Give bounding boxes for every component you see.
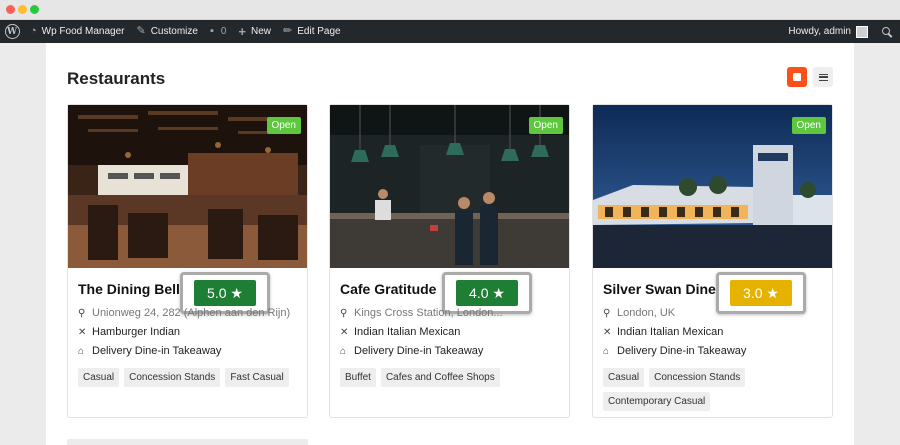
services-text: Delivery Dine-in Takeaway — [617, 345, 747, 357]
category-tags: Casual Concession Stands Contemporary Ca… — [603, 368, 828, 411]
wordpress-logo-menu[interactable]: W — [0, 20, 24, 43]
customize-label: Customize — [150, 26, 198, 37]
category-tag[interactable]: Casual — [603, 368, 645, 387]
category-tag[interactable]: Contemporary Casual — [603, 392, 711, 411]
restaurant-listing-page: Restaurants Open The Dining Bell 5.0 ★ ⚲… — [46, 43, 854, 445]
window-titlebar — [0, 0, 900, 20]
restaurant-address: ⚲ Unionweg 24, 282 (Alphen aan den Rijn) — [78, 307, 298, 319]
cuisine-text: Hamburger Indian — [92, 326, 181, 338]
utensils-icon: ✕ — [78, 326, 87, 338]
category-tag[interactable]: Cafes and Coffee Shops — [380, 368, 500, 387]
admin-bar: W ◔ Wp Food Manager ✎ Customize ▪ 0 + Ne… — [0, 20, 900, 43]
category-tags: Casual Concession Stands Fast Casual — [78, 368, 303, 387]
next-restaurant-card-edge — [67, 439, 308, 445]
howdy-label: Howdy, admin — [788, 26, 851, 37]
dashboard-icon: ◔ — [30, 25, 37, 37]
customize-link[interactable]: ✎ Customize — [130, 20, 203, 43]
cuisine-text: Indian Italian Mexican — [617, 326, 724, 338]
category-tag[interactable]: Fast Casual — [225, 368, 289, 387]
plus-icon: + — [238, 24, 247, 39]
food-cover-icon: ⌂ — [603, 345, 610, 357]
location-pin-icon: ⚲ — [603, 307, 611, 319]
restaurant-address: ⚲ London, UK — [603, 307, 823, 319]
location-pin-icon: ⚲ — [340, 307, 348, 319]
location-pin-icon: ⚲ — [78, 307, 86, 319]
account-menu[interactable]: Howdy, admin — [782, 20, 874, 43]
services-text: Delivery Dine-in Takeaway — [92, 345, 222, 357]
restaurant-photo[interactable]: Open — [330, 105, 569, 268]
category-tag[interactable]: Casual — [78, 368, 120, 387]
restaurant-name[interactable]: Silver Swan Diner — [603, 281, 721, 297]
restaurant-services: ⌂ Delivery Dine-in Takeaway — [78, 345, 221, 357]
category-tag[interactable]: Concession Stands — [649, 368, 746, 387]
edit-page-link[interactable]: ✏ Edit Page — [277, 20, 347, 43]
rating-badge: 3.0 ★ — [730, 280, 792, 306]
edit-page-label: Edit Page — [297, 26, 341, 37]
rating-badge: 4.0 ★ — [456, 280, 518, 306]
cuisine-text: Indian Italian Mexican — [354, 326, 461, 338]
list-icon — [818, 73, 828, 81]
category-tag[interactable]: Concession Stands — [124, 368, 221, 387]
open-status-badge: Open — [266, 117, 301, 134]
restaurant-cuisine: ✕ Indian Italian Mexican — [603, 326, 723, 338]
comment-icon: ▪ — [209, 25, 214, 37]
address-text: Kings Cross Station, London... — [354, 307, 503, 319]
comments-count: 0 — [220, 26, 227, 37]
open-status-badge: Open — [528, 117, 563, 134]
restaurant-services: ⌂ Delivery Dine-in Takeaway — [340, 345, 483, 357]
restaurant-name[interactable]: The Dining Bell — [78, 281, 180, 297]
avatar — [856, 25, 868, 38]
restaurant-services: ⌂ Delivery Dine-in Takeaway — [603, 345, 746, 357]
admin-search-button[interactable] — [874, 20, 900, 43]
restaurant-photo[interactable]: Open — [593, 105, 832, 268]
grid-view-button[interactable] — [787, 67, 807, 87]
open-status-badge: Open — [791, 117, 826, 134]
restaurant-name[interactable]: Cafe Gratitude — [340, 281, 436, 297]
search-icon — [882, 26, 892, 37]
page-title: Restaurants — [67, 69, 166, 88]
restaurant-card[interactable]: Open Cafe Gratitude 4.0 ★ ⚲ Kings Cross … — [329, 104, 570, 418]
restaurant-photo[interactable]: Open — [68, 105, 307, 268]
services-text: Delivery Dine-in Takeaway — [354, 345, 484, 357]
category-tag[interactable]: Buffet — [340, 368, 376, 387]
site-name-label: Wp Food Manager — [41, 26, 125, 37]
new-content-menu[interactable]: + New — [232, 20, 277, 43]
restaurant-address: ⚲ Kings Cross Station, London... — [340, 307, 560, 319]
list-view-button[interactable] — [813, 67, 833, 87]
comments-link[interactable]: ▪ 0 — [204, 20, 232, 43]
grid-icon — [793, 73, 801, 81]
brush-icon: ✎ — [136, 25, 146, 37]
utensils-icon: ✕ — [340, 326, 349, 338]
restaurant-cuisine: ✕ Hamburger Indian — [78, 326, 180, 338]
maximize-window-button[interactable] — [30, 5, 39, 14]
rating-badge: 5.0 ★ — [194, 280, 256, 306]
utensils-icon: ✕ — [603, 326, 612, 338]
minimize-window-button[interactable] — [18, 5, 27, 14]
address-text: London, UK — [617, 307, 676, 319]
pencil-icon: ✏ — [283, 25, 293, 37]
category-tags: Buffet Cafes and Coffee Shops — [340, 368, 565, 387]
restaurant-card[interactable]: Open The Dining Bell 5.0 ★ ⚲ Unionweg 24… — [67, 104, 308, 418]
restaurant-card[interactable]: Open Silver Swan Diner 3.0 ★ ⚲ London, U… — [592, 104, 833, 418]
address-text: Unionweg 24, 282 (Alphen aan den Rijn) — [92, 307, 291, 319]
close-window-button[interactable] — [6, 5, 15, 14]
new-label: New — [251, 26, 272, 37]
wordpress-logo-icon: W — [4, 24, 20, 39]
food-cover-icon: ⌂ — [340, 345, 347, 357]
site-name-link[interactable]: ◔ Wp Food Manager — [24, 20, 130, 43]
restaurant-cuisine: ✕ Indian Italian Mexican — [340, 326, 460, 338]
food-cover-icon: ⌂ — [78, 345, 85, 357]
